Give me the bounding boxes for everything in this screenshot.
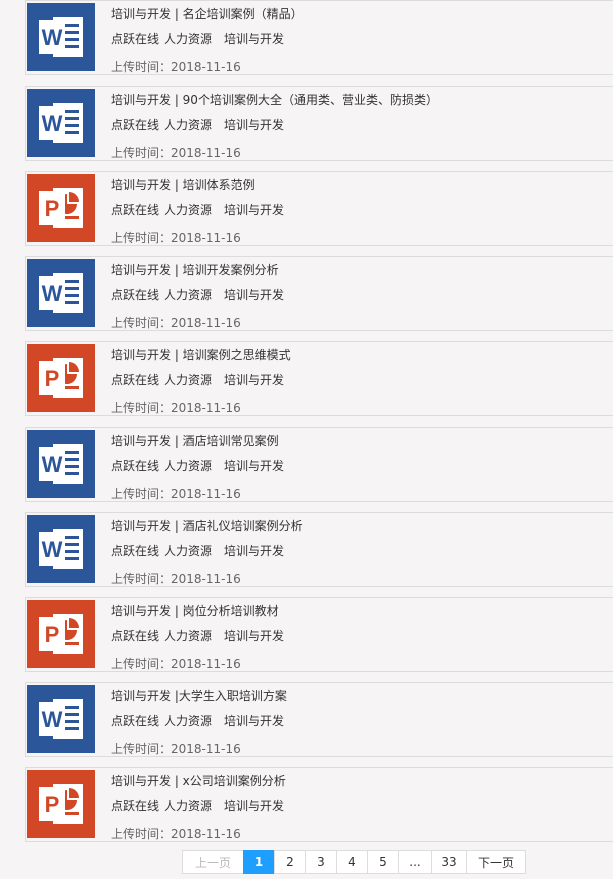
word-doc-icon[interactable] bbox=[27, 515, 95, 583]
item-title[interactable]: 培训与开发 | 培训案例之思维模式 bbox=[111, 346, 291, 363]
powerpoint-doc-icon[interactable] bbox=[27, 600, 95, 668]
tag-subcategory: 培训与开发 bbox=[224, 118, 285, 132]
tag-subcategory: 培训与开发 bbox=[224, 203, 285, 217]
tag-subcategory: 培训与开发 bbox=[224, 288, 285, 302]
tag-subcategory: 培训与开发 bbox=[224, 714, 285, 728]
tag-category: 人力资源 bbox=[164, 32, 213, 46]
tag-source: 点跃在线 bbox=[111, 544, 160, 558]
word-doc-icon[interactable] bbox=[27, 685, 95, 753]
tag-subcategory: 培训与开发 bbox=[224, 459, 285, 473]
list-item[interactable]: 培训与开发 | x公司培训案例分析 点跃在线 人力资源 培训与开发 上传时间：201… bbox=[25, 767, 613, 842]
list-item[interactable]: 培训与开发 | 培训案例之思维模式 点跃在线 人力资源 培训与开发 上传时间：201… bbox=[25, 341, 613, 416]
prev-page-button[interactable]: 上一页 bbox=[182, 850, 244, 874]
upload-date: 上传时间：2018-11-16 bbox=[111, 401, 241, 415]
pagination: 上一页 1 2 3 4 5 ... 33 下一页 bbox=[182, 850, 526, 874]
upload-date: 上传时间：2018-11-16 bbox=[111, 572, 241, 586]
tag-category: 人力资源 bbox=[164, 629, 213, 643]
upload-date: 上传时间：2018-11-16 bbox=[111, 657, 241, 671]
tag-source: 点跃在线 bbox=[111, 799, 160, 813]
list-item[interactable]: 培训与开发 | 酒店礼仪培训案例分析 点跃在线 人力资源 培训与开发 上传时间：20… bbox=[25, 512, 613, 587]
word-doc-icon[interactable] bbox=[27, 259, 95, 327]
item-title[interactable]: 培训与开发 | 名企培训案例（精品） bbox=[111, 5, 303, 22]
item-title[interactable]: 培训与开发 | 培训体系范例 bbox=[111, 176, 255, 193]
tag-category: 人力资源 bbox=[164, 459, 213, 473]
item-title[interactable]: 培训与开发 | x公司培训案例分析 bbox=[111, 772, 286, 789]
tag-category: 人力资源 bbox=[164, 544, 213, 558]
upload-date: 上传时间：2018-11-16 bbox=[111, 60, 241, 74]
powerpoint-doc-icon[interactable] bbox=[27, 344, 95, 412]
item-tags: 点跃在线 人力资源 培训与开发 bbox=[111, 542, 289, 559]
item-tags: 点跃在线 人力资源 培训与开发 bbox=[111, 371, 289, 388]
list-item[interactable]: 培训与开发 | 名企培训案例（精品） 点跃在线 人力资源 培训与开发 上传时间：20… bbox=[25, 0, 613, 75]
tag-subcategory: 培训与开发 bbox=[224, 32, 285, 46]
item-title[interactable]: 培训与开发 |大学生入职培训方案 bbox=[111, 687, 287, 704]
tag-category: 人力资源 bbox=[164, 288, 213, 302]
powerpoint-doc-icon[interactable] bbox=[27, 770, 95, 838]
item-tags: 点跃在线 人力资源 培训与开发 bbox=[111, 627, 289, 644]
item-tags: 点跃在线 人力资源 培训与开发 bbox=[111, 797, 289, 814]
list-item[interactable]: 培训与开发 | 岗位分析培训教材 点跃在线 人力资源 培训与开发 上传时间：2018… bbox=[25, 597, 613, 672]
page-3-button[interactable]: 3 bbox=[305, 850, 337, 874]
item-title[interactable]: 培训与开发 | 酒店培训常见案例 bbox=[111, 432, 279, 449]
item-title[interactable]: 培训与开发 | 酒店礼仪培训案例分析 bbox=[111, 517, 303, 534]
tag-source: 点跃在线 bbox=[111, 32, 160, 46]
tag-source: 点跃在线 bbox=[111, 714, 160, 728]
upload-date: 上传时间：2018-11-16 bbox=[111, 146, 241, 160]
item-tags: 点跃在线 人力资源 培训与开发 bbox=[111, 30, 289, 47]
page-1-button[interactable]: 1 bbox=[243, 850, 275, 874]
tag-source: 点跃在线 bbox=[111, 373, 160, 387]
tag-source: 点跃在线 bbox=[111, 629, 160, 643]
next-page-button[interactable]: 下一页 bbox=[466, 850, 526, 874]
page-4-button[interactable]: 4 bbox=[336, 850, 368, 874]
tag-category: 人力资源 bbox=[164, 373, 213, 387]
upload-date: 上传时间：2018-11-16 bbox=[111, 487, 241, 501]
upload-date: 上传时间：2018-11-16 bbox=[111, 827, 241, 841]
page-2-button[interactable]: 2 bbox=[274, 850, 306, 874]
list-item[interactable]: 培训与开发 | 酒店培训常见案例 点跃在线 人力资源 培训与开发 上传时间：2018… bbox=[25, 427, 613, 502]
tag-source: 点跃在线 bbox=[111, 118, 160, 132]
word-doc-icon[interactable] bbox=[27, 89, 95, 157]
tag-source: 点跃在线 bbox=[111, 459, 160, 473]
upload-date: 上传时间：2018-11-16 bbox=[111, 231, 241, 245]
list-item[interactable]: 培训与开发 | 90个培训案例大全（通用类、营业类、防损类） 点跃在线 人力资源培… bbox=[25, 86, 613, 161]
upload-date: 上传时间：2018-11-16 bbox=[111, 316, 241, 330]
upload-date: 上传时间：2018-11-16 bbox=[111, 742, 241, 756]
item-tags: 点跃在线 人力资源 培训与开发 bbox=[111, 457, 289, 474]
word-doc-icon[interactable] bbox=[27, 3, 95, 71]
item-title[interactable]: 培训与开发 | 岗位分析培训教材 bbox=[111, 602, 279, 619]
tag-subcategory: 培训与开发 bbox=[224, 799, 285, 813]
tag-category: 人力资源 bbox=[164, 799, 213, 813]
tag-category: 人力资源 bbox=[164, 203, 213, 217]
list-item[interactable]: 培训与开发 | 培训体系范例 点跃在线 人力资源 培训与开发 上传时间：2018-1… bbox=[25, 171, 613, 246]
page-ellipsis: ... bbox=[398, 850, 432, 874]
item-tags: 点跃在线 人力资源 培训与开发 bbox=[111, 286, 289, 303]
tag-subcategory: 培训与开发 bbox=[224, 544, 285, 558]
tag-subcategory: 培训与开发 bbox=[224, 373, 285, 387]
powerpoint-doc-icon[interactable] bbox=[27, 174, 95, 242]
list-item[interactable]: 培训与开发 |大学生入职培训方案 点跃在线 人力资源 培训与开发 上传时间：2018… bbox=[25, 682, 613, 757]
tag-subcategory: 培训与开发 bbox=[224, 629, 285, 643]
item-title[interactable]: 培训与开发 | 培训开发案例分析 bbox=[111, 261, 279, 278]
item-tags: 点跃在线 人力资源 培训与开发 bbox=[111, 201, 289, 218]
page-5-button[interactable]: 5 bbox=[367, 850, 399, 874]
item-tags: 点跃在线 人力资源 培训与开发 bbox=[111, 116, 289, 133]
item-title[interactable]: 培训与开发 | 90个培训案例大全（通用类、营业类、防损类） bbox=[111, 91, 438, 108]
list-item[interactable]: 培训与开发 | 培训开发案例分析 点跃在线 人力资源 培训与开发 上传时间：2018… bbox=[25, 256, 613, 331]
tag-source: 点跃在线 bbox=[111, 203, 160, 217]
tag-category: 人力资源 bbox=[164, 714, 213, 728]
item-tags: 点跃在线 人力资源 培训与开发 bbox=[111, 712, 289, 729]
word-doc-icon[interactable] bbox=[27, 430, 95, 498]
page-33-button[interactable]: 33 bbox=[431, 850, 467, 874]
tag-source: 点跃在线 bbox=[111, 288, 160, 302]
tag-category: 人力资源 bbox=[164, 118, 213, 132]
